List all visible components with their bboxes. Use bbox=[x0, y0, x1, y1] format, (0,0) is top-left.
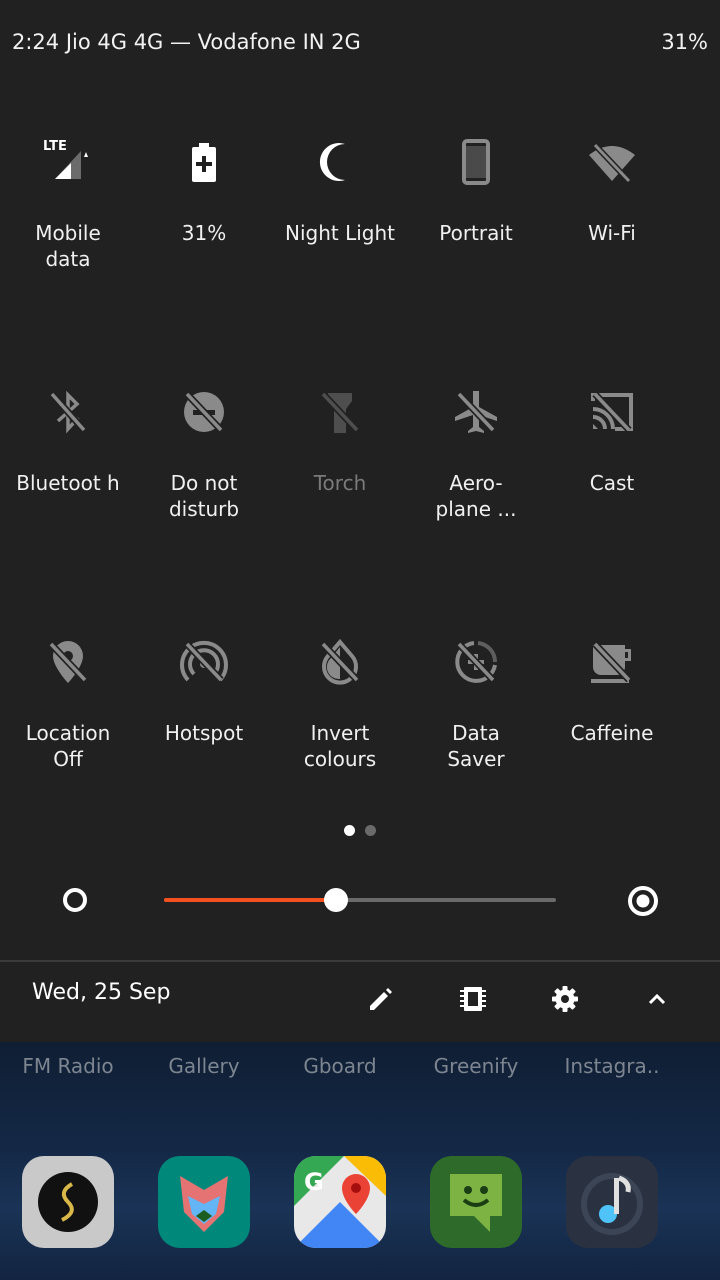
quick-settings-footer: Wed, 25 Sep bbox=[0, 962, 720, 1042]
cast-off-icon bbox=[584, 384, 640, 440]
moon-icon bbox=[312, 134, 368, 190]
chevron-up-icon bbox=[648, 993, 666, 1005]
memory-icon bbox=[460, 987, 486, 1011]
edit-button[interactable] bbox=[358, 976, 404, 1022]
quick-settings-grid: LTE Mobile data 31% Night Light Portrait… bbox=[0, 110, 720, 860]
hangouts-app-icon[interactable] bbox=[430, 1156, 522, 1248]
tile-portrait[interactable]: Portrait bbox=[408, 110, 544, 360]
tile-battery[interactable]: 31% bbox=[136, 110, 272, 360]
app-label[interactable]: Greenify bbox=[408, 1054, 544, 1078]
torch-off-icon bbox=[312, 384, 368, 440]
home-screen-background: FM Radio Gallery Gboard Greenify Instagr… bbox=[0, 1042, 720, 1280]
collapse-button[interactable] bbox=[634, 976, 680, 1022]
brightness-high-icon bbox=[628, 886, 658, 916]
app-label[interactable]: Instagra.. bbox=[544, 1054, 680, 1078]
maps-app-icon[interactable]: G bbox=[294, 1156, 386, 1248]
data-saver-off-icon bbox=[448, 634, 504, 690]
tile-label: Mobile data bbox=[35, 221, 101, 271]
brightness-slider-fill bbox=[164, 898, 337, 902]
tile-label: 31% bbox=[181, 221, 227, 245]
tile-data-saver[interactable]: Data Saver bbox=[408, 610, 544, 860]
tile-label: Data Saver bbox=[447, 721, 505, 771]
invert-colors-off-icon bbox=[312, 634, 368, 690]
do-not-disturb-off-icon bbox=[176, 384, 232, 440]
app-label[interactable]: FM Radio bbox=[0, 1054, 136, 1078]
coffee-off-icon bbox=[584, 634, 640, 690]
page-dot-active bbox=[344, 825, 355, 836]
app-label-row: FM Radio Gallery Gboard Greenify Instagr… bbox=[0, 1054, 720, 1078]
memory-button[interactable] bbox=[450, 976, 496, 1022]
tile-label: Torch bbox=[313, 471, 367, 495]
tile-night-light[interactable]: Night Light bbox=[272, 110, 408, 360]
airplane-off-icon bbox=[448, 384, 504, 440]
status-bar: 2:24 Jio 4G 4G — Vodafone IN 2G 31% bbox=[0, 0, 720, 84]
tile-wifi[interactable]: Wi-Fi bbox=[544, 110, 680, 360]
bluetooth-off-icon bbox=[40, 384, 96, 440]
tile-label: Location Off bbox=[25, 721, 111, 771]
app-label[interactable]: Gboard bbox=[272, 1054, 408, 1078]
tile-bluetooth[interactable]: Bluetoot h bbox=[0, 360, 136, 610]
sketch-app-icon[interactable] bbox=[22, 1156, 114, 1248]
edit-icon bbox=[370, 988, 392, 1010]
tile-mobile-data[interactable]: LTE Mobile data bbox=[0, 110, 136, 360]
music-app-icon[interactable] bbox=[566, 1156, 658, 1248]
phone-portrait-icon bbox=[448, 134, 504, 190]
settings-icon bbox=[552, 986, 578, 1012]
quick-settings-row: Bluetoot h Do not disturb Torch Aero- pl… bbox=[0, 360, 720, 610]
tile-aeroplane[interactable]: Aero- plane ... bbox=[408, 360, 544, 610]
svg-text:G: G bbox=[304, 1168, 324, 1196]
brightness-low-icon bbox=[63, 888, 87, 912]
tile-do-not-disturb[interactable]: Do not disturb bbox=[136, 360, 272, 610]
settings-button[interactable] bbox=[542, 976, 588, 1022]
tile-label: Invert colours bbox=[303, 721, 377, 771]
tile-location[interactable]: Location Off bbox=[0, 610, 136, 860]
tile-cast[interactable]: Cast bbox=[544, 360, 680, 610]
tile-label: Aero- plane ... bbox=[435, 471, 517, 521]
page-dot bbox=[365, 825, 376, 836]
location-off-icon bbox=[40, 634, 96, 690]
tile-label: Do not disturb bbox=[168, 471, 240, 521]
hotspot-off-icon bbox=[176, 634, 232, 690]
tile-label: Wi-Fi bbox=[588, 221, 636, 245]
app-dock: G bbox=[0, 1156, 720, 1248]
page-indicator bbox=[0, 825, 720, 836]
status-battery: 31% bbox=[661, 30, 708, 54]
brightness-slider[interactable] bbox=[164, 888, 556, 912]
tile-label: Cast bbox=[589, 471, 635, 495]
tile-label: Bluetoot h bbox=[16, 471, 120, 495]
tile-label: Hotspot bbox=[164, 721, 244, 745]
tile-invert-colours[interactable]: Invert colours bbox=[272, 610, 408, 860]
tile-label: Caffeine bbox=[570, 721, 654, 745]
tile-caffeine[interactable]: Caffeine bbox=[544, 610, 680, 860]
battery-charging-icon bbox=[176, 134, 232, 190]
magisk-app-icon[interactable] bbox=[158, 1156, 250, 1248]
tile-hotspot[interactable]: Hotspot bbox=[136, 610, 272, 860]
tile-label: Night Light bbox=[285, 221, 395, 245]
signal-lte-icon: LTE bbox=[40, 134, 96, 190]
status-time-carrier: 2:24 Jio 4G 4G — Vodafone IN 2G bbox=[12, 30, 361, 54]
tile-label: Portrait bbox=[439, 221, 513, 245]
svg-text:LTE: LTE bbox=[43, 139, 67, 154]
wifi-off-icon bbox=[584, 134, 640, 190]
quick-settings-row: Location Off Hotspot Invert colours Data… bbox=[0, 610, 720, 860]
brightness-control bbox=[0, 870, 720, 930]
date-label: Wed, 25 Sep bbox=[32, 980, 171, 1005]
quick-settings-row: LTE Mobile data 31% Night Light Portrait… bbox=[0, 110, 720, 360]
tile-torch[interactable]: Torch bbox=[272, 360, 408, 610]
app-label[interactable]: Gallery bbox=[136, 1054, 272, 1078]
brightness-slider-thumb[interactable] bbox=[324, 888, 349, 912]
